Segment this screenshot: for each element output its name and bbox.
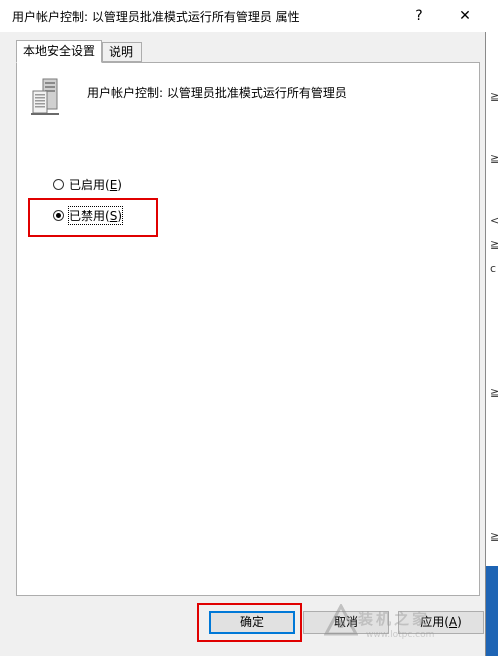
close-button[interactable]: ✕ <box>442 0 488 32</box>
help-button[interactable]: ? <box>396 0 442 32</box>
background-text: < <box>490 214 498 227</box>
ok-button[interactable]: 确定 <box>209 611 295 634</box>
taskbar-strip <box>486 566 498 656</box>
enabled-radio[interactable]: 已启用(E) <box>53 176 122 193</box>
enabled-radio-circle[interactable] <box>53 179 64 190</box>
disabled-radio[interactable]: 已禁用(S) <box>53 206 123 225</box>
properties-dialog: 用户帐户控制: 以管理员批准模式运行所有管理员 属性 ? ✕ 本地安全设置 说明… <box>0 0 486 656</box>
tab-explain[interactable]: 说明 <box>102 42 142 62</box>
title-bar[interactable]: 用户帐户控制: 以管理员批准模式运行所有管理员 属性 ? ✕ <box>0 0 486 32</box>
policy-computer-icon <box>31 78 59 115</box>
enabled-radio-label: 已启用(E) <box>69 178 122 192</box>
background-text: ≧ <box>490 530 498 543</box>
tab-local-security-setting[interactable]: 本地安全设置 <box>16 40 102 63</box>
window-title: 用户帐户控制: 以管理员批准模式运行所有管理员 属性 <box>12 10 300 24</box>
background-window-edge: ≧ ≧ < ≧ c ≧ ≧ <box>486 0 498 656</box>
tab-panel: 用户帐户控制: 以管理员批准模式运行所有管理员 已启用(E) 已禁用(S) <box>16 62 480 596</box>
disabled-radio-circle[interactable] <box>53 210 64 221</box>
background-text: ≧ <box>490 90 498 103</box>
apply-button[interactable]: 应用(A) <box>398 611 484 634</box>
background-text: ≧ <box>490 152 498 165</box>
cancel-button[interactable]: 取消 <box>303 611 389 634</box>
background-text: ≧ <box>490 386 498 399</box>
background-text: ≧ <box>490 238 498 251</box>
disabled-radio-label: 已禁用(S) <box>68 206 123 225</box>
background-text: c <box>490 262 497 275</box>
policy-name: 用户帐户控制: 以管理员批准模式运行所有管理员 <box>87 86 347 100</box>
